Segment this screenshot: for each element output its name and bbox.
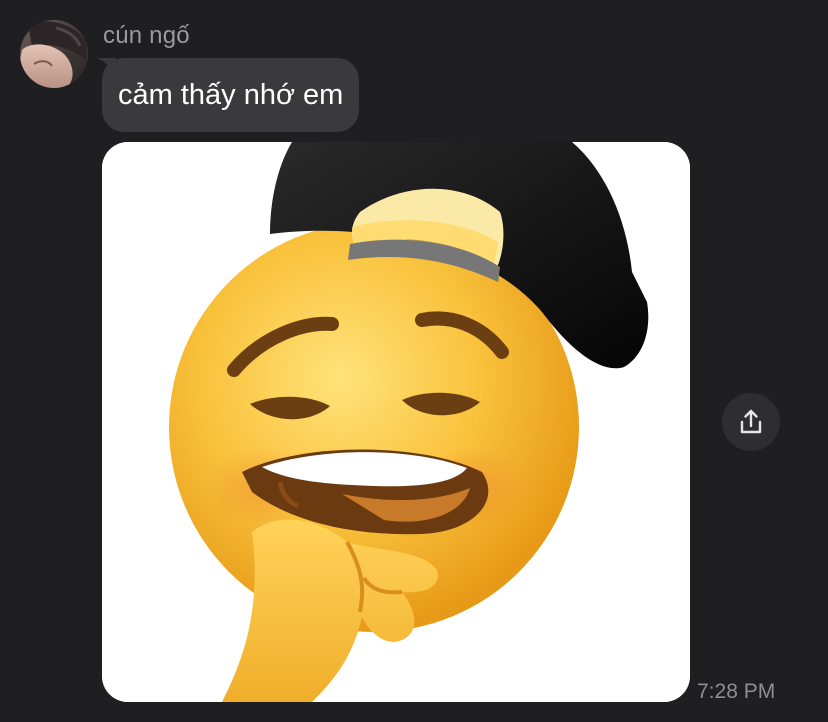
message-timestamp: 7:28 PM (697, 680, 776, 703)
profile-photo-icon (20, 20, 88, 88)
thinking-emoji-icon (102, 142, 690, 702)
image-attachment[interactable] (102, 142, 690, 702)
chat-screen: cún ngố cảm thấy nhớ em 7:28 PM (0, 0, 828, 722)
message-bubble[interactable]: cảm thấy nhớ em (102, 58, 360, 132)
share-icon (740, 409, 762, 434)
message-text: cảm thấy nhớ em (118, 78, 344, 111)
sender-name: cún ngố (103, 22, 190, 49)
share-button[interactable] (722, 393, 780, 451)
avatar[interactable] (20, 20, 88, 88)
